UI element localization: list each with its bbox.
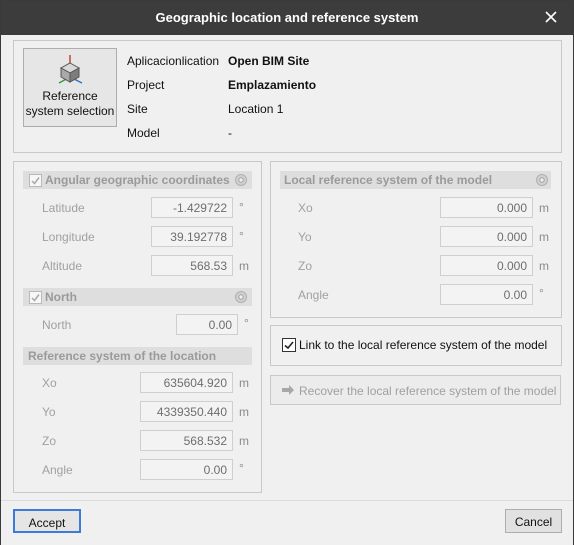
reference-system-selection-button[interactable]: Reference system selection — [23, 48, 117, 127]
location-xo-unit: m — [239, 376, 249, 390]
location-yo-field[interactable]: 4339350.440 — [140, 401, 233, 422]
cube-axes-icon — [55, 53, 85, 88]
latitude-field[interactable]: -1.429722 — [151, 197, 233, 218]
latitude-unit: ° — [239, 200, 244, 214]
link-label[interactable]: Link to the local reference system of th… — [299, 338, 547, 352]
location-zo-label: Zo — [42, 434, 57, 448]
dialog-footer — [1, 500, 573, 545]
longitude-field[interactable]: 39.192778 — [151, 226, 233, 247]
site-value: Location 1 — [228, 102, 284, 116]
local-yo-unit: m — [539, 230, 549, 244]
north-title: North — [45, 290, 77, 304]
location-xo-label: Xo — [42, 376, 57, 390]
location-angle-unit: ° — [239, 461, 244, 475]
north-field[interactable]: 0.00 — [176, 314, 238, 335]
application-label: Aplicacionlication — [127, 54, 220, 68]
close-icon[interactable] — [541, 7, 561, 27]
altitude-field[interactable]: 568.53 — [151, 255, 233, 276]
altitude-unit: m — [239, 259, 249, 273]
project-label: Project — [127, 78, 165, 92]
longitude-label: Longitude — [42, 230, 95, 244]
location-zo-unit: m — [239, 434, 249, 448]
site-label: Site — [127, 102, 148, 116]
model-value: - — [228, 126, 232, 140]
project-value: Emplazamiento — [228, 78, 317, 92]
north-header: North — [23, 288, 252, 306]
dialog-window: Geographic location and reference system… — [0, 0, 574, 545]
local-zo-unit: m — [539, 259, 549, 273]
location-yo-unit: m — [239, 405, 249, 419]
accept-button[interactable]: Accept — [13, 509, 81, 533]
angular-coordinates-checkbox[interactable] — [29, 174, 42, 187]
dialog-title: Geographic location and reference system — [155, 10, 419, 25]
latitude-label: Latitude — [42, 201, 85, 215]
north-checkbox[interactable] — [29, 291, 42, 304]
local-xo-field[interactable]: 0.000 — [440, 197, 533, 218]
altitude-label: Altitude — [42, 259, 83, 273]
local-xo-unit: m — [539, 201, 549, 215]
local-yo-field[interactable]: 0.000 — [440, 226, 533, 247]
location-reference-header: Reference system of the location — [23, 347, 252, 365]
gear-icon[interactable] — [234, 173, 248, 187]
longitude-unit: ° — [239, 229, 244, 243]
gear-icon[interactable] — [234, 290, 248, 304]
local-reference-header: Local reference system of the model — [280, 171, 551, 189]
location-angle-label: Angle — [42, 463, 73, 477]
location-yo-label: Yo — [42, 405, 56, 419]
north-label: North — [42, 318, 72, 332]
link-checkbox[interactable] — [282, 338, 296, 352]
angular-coordinates-title: Angular geographic coordinates — [45, 173, 230, 187]
north-unit: ° — [244, 316, 249, 330]
cancel-button[interactable]: Cancel — [505, 509, 562, 533]
local-reference-title: Local reference system of the model — [284, 173, 493, 187]
ref-button-label-line1: Reference — [42, 89, 98, 103]
local-angle-field[interactable]: 0.00 — [440, 284, 533, 305]
model-label: Model — [127, 126, 160, 140]
recover-reference-button[interactable]: Recover the local reference system of th… — [270, 375, 561, 405]
arrow-right-icon — [281, 384, 295, 399]
angular-coordinates-header: Angular geographic coordinates — [23, 171, 252, 189]
recover-reference-label: Recover the local reference system of th… — [299, 384, 557, 398]
location-reference-title: Reference system of the location — [28, 349, 217, 363]
location-angle-field[interactable]: 0.00 — [140, 459, 233, 480]
local-xo-label: Xo — [298, 201, 313, 215]
ref-button-label-line2: system selection — [25, 104, 115, 118]
local-angle-label: Angle — [298, 288, 329, 302]
local-yo-label: Yo — [298, 230, 312, 244]
title-bar: Geographic location and reference system — [1, 1, 573, 35]
gear-icon[interactable] — [535, 173, 549, 187]
local-angle-unit: ° — [539, 286, 544, 300]
location-zo-field[interactable]: 568.532 — [140, 430, 233, 451]
local-zo-field[interactable]: 0.000 — [440, 255, 533, 276]
location-xo-field[interactable]: 635604.920 — [140, 372, 233, 393]
application-value: Open BIM Site — [228, 54, 310, 68]
local-zo-label: Zo — [298, 259, 313, 273]
